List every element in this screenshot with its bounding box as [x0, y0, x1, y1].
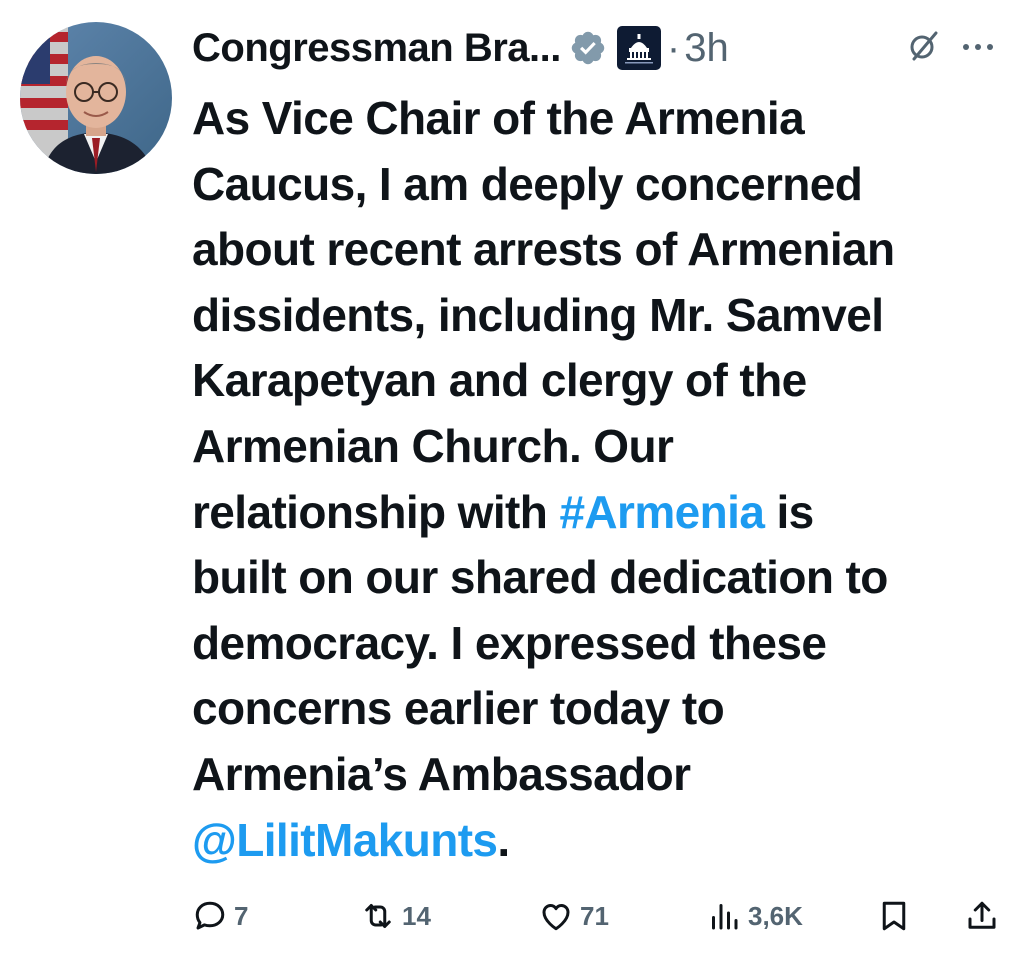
tweet-text: As Vice Chair of the Armenia Caucus, I a…	[192, 86, 1004, 873]
tweet-header: Congressman Bra... · 3h	[192, 18, 1004, 78]
mention-link[interactable]: @LilitMakunts	[192, 814, 498, 866]
views-button[interactable]: 3,6K	[706, 892, 803, 940]
bookmark-button[interactable]	[876, 892, 912, 940]
tweet-timestamp[interactable]: 3h	[684, 26, 729, 71]
capitol-affiliate-badge-icon[interactable]	[616, 26, 661, 70]
like-button[interactable]: 71	[538, 892, 609, 940]
heart-icon	[542, 904, 570, 931]
share-upload-icon	[968, 901, 996, 929]
tweet-text-line: dissidents, including Mr. Samvel	[192, 288, 884, 341]
repost-button[interactable]: 14	[360, 892, 431, 940]
tweet-action-bar: 7 14 71 3,6K	[192, 892, 1004, 940]
tweet-text-line: Karapetyan and clergy of the	[192, 354, 807, 407]
tweet-text-end: .	[497, 813, 510, 866]
views-bar-chart-icon	[712, 904, 738, 930]
like-count: 71	[580, 900, 609, 931]
share-button[interactable]	[964, 892, 1000, 940]
tweet-text-line: relationship with	[192, 485, 560, 538]
hashtag-link[interactable]: #Armenia	[559, 486, 764, 538]
avatar-photo	[20, 22, 172, 174]
tweet-text-line: Armenian Church. Our	[192, 419, 674, 472]
grok-slash-icon[interactable]	[906, 27, 942, 63]
verified-badge-icon[interactable]	[569, 29, 607, 67]
repost-count: 14	[402, 900, 431, 931]
tweet-text-line: Caucus, I am deeply concerned	[192, 157, 863, 210]
repost-arrows-icon	[365, 904, 391, 928]
author-name[interactable]: Congressman Bra...	[192, 26, 561, 71]
reply-bubble-icon	[195, 901, 225, 930]
tweet-text-line: about recent arrests of Armenian	[192, 223, 895, 276]
reply-count: 7	[234, 900, 249, 931]
author-avatar[interactable]	[20, 22, 172, 174]
views-count: 3,6K	[748, 900, 803, 931]
reply-button[interactable]: 7	[192, 892, 248, 940]
bookmark-icon	[882, 901, 906, 931]
header-separator: ·	[666, 25, 681, 70]
more-dots-icon[interactable]	[960, 40, 996, 52]
tweet-text-line: As Vice Chair of the Armenia	[192, 92, 805, 144]
